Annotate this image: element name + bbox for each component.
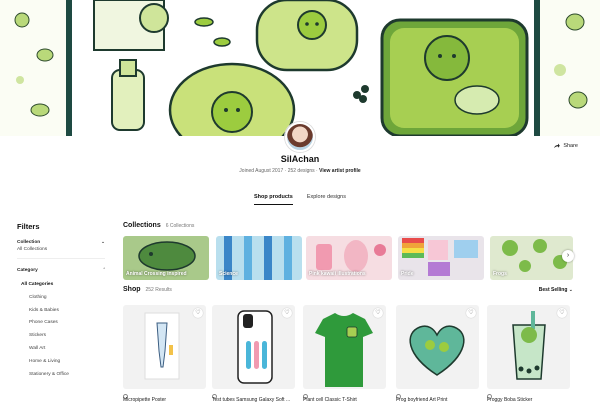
share-label: Share <box>563 143 578 149</box>
chevron-down-icon: ⌄ <box>568 287 573 293</box>
collection-filter-label: Collection <box>17 240 41 245</box>
category-filter-label: Category <box>17 268 38 273</box>
chevron-up-icon: ˆ <box>103 268 105 273</box>
tab-shop-products[interactable]: Shop products <box>254 194 293 205</box>
collections-count: 6 Collections <box>165 223 195 229</box>
collection-card-frogs[interactable]: Frogs <box>490 236 573 280</box>
collection-filter-value: All Collections <box>17 247 48 252</box>
artist-avatar[interactable] <box>285 122 315 152</box>
product-title[interactable]: Froggy Boba Sticker <box>487 397 532 403</box>
collection-card-pink-kawaii[interactable]: Pink kawaii illustrations <box>306 236 392 280</box>
product-card[interactable]: ♡ Plant cell Classic T-Shirt <box>303 305 386 405</box>
shop-title: Shop <box>123 286 141 293</box>
product-image-test-tubes-case[interactable]: ♡ <box>212 305 295 389</box>
product-title[interactable]: Test tubes Samsung Galaxy Soft ... <box>212 397 290 403</box>
product-card[interactable]: ♡ Frog boyfriend Art Print <box>396 305 479 405</box>
category-clothing[interactable]: Clothing <box>17 292 105 305</box>
filters-title: Filters <box>17 222 40 231</box>
collections-title: Collections <box>123 222 161 229</box>
collection-card-pride[interactable]: Pride <box>398 236 484 280</box>
artist-banner <box>0 0 600 136</box>
product-image-micropipette-poster[interactable]: ♡ <box>123 305 206 389</box>
product-title[interactable]: Frog boyfriend Art Print <box>396 397 447 403</box>
chevron-down-icon: ⌄ <box>100 240 105 245</box>
shop-tabs: Shop products Explore designs <box>0 194 600 205</box>
chevron-right-icon: › <box>566 252 570 259</box>
share-button[interactable]: Share <box>553 143 578 149</box>
category-phone-cases[interactable]: Phone Cases <box>17 317 105 330</box>
product-image-plant-cell-tshirt[interactable]: ♡ <box>303 305 386 389</box>
category-filter: Category ˆ All Categories Clothing Kids … <box>17 268 105 387</box>
filters-sidebar: Filters Collection ⌄ All Collections Cat… <box>17 222 105 387</box>
product-card[interactable]: ♡ Micropipette Poster <box>123 305 206 405</box>
category-wall-art[interactable]: Wall Art <box>17 343 105 356</box>
heart-icon[interactable]: ♡ <box>466 308 476 318</box>
heart-icon[interactable]: ♡ <box>282 308 292 318</box>
product-title[interactable]: Plant cell Classic T-Shirt <box>303 397 357 403</box>
collection-card-animal-crossing[interactable]: Animal Crossing inspired <box>123 236 209 280</box>
collection-label: Frogs <box>493 271 507 277</box>
joined-date: Joined August 2017 <box>239 168 284 174</box>
category-filter-header[interactable]: Category ˆ <box>17 268 105 273</box>
design-count: 252 designs <box>287 168 315 174</box>
sort-value: Best Selling <box>538 287 568 293</box>
sort-dropdown[interactable]: Best Selling ⌄ <box>539 287 573 293</box>
category-stationery-office[interactable]: Stationery & Office <box>17 369 105 382</box>
collections-carousel: Animal Crossing inspired Science Pink ka… <box>123 236 573 280</box>
category-list: All Categories Clothing Kids & Babies Ph… <box>17 279 105 381</box>
collection-label: Animal Crossing inspired <box>126 271 187 277</box>
heart-icon[interactable]: ♡ <box>557 308 567 318</box>
category-stickers[interactable]: Stickers <box>17 330 105 343</box>
shop-result-count: 252 Results <box>145 287 172 293</box>
product-card[interactable]: ♡ Test tubes Samsung Galaxy Soft ... <box>212 305 295 405</box>
collection-label: Pride <box>401 271 414 277</box>
collections-heading: Collections 6 Collections <box>123 222 194 229</box>
heart-icon[interactable]: ♡ <box>373 308 383 318</box>
heart-icon[interactable]: ♡ <box>193 308 203 318</box>
product-image-froggy-boba-sticker[interactable]: ♡ <box>487 305 570 389</box>
product-image-frog-boyfriend-print[interactable]: ♡ <box>396 305 479 389</box>
product-card[interactable]: ♡ Froggy Boba Sticker <box>487 305 570 405</box>
collection-card-science[interactable]: Science <box>216 236 302 280</box>
banner-illustration <box>72 0 534 136</box>
tab-explore-designs[interactable]: Explore designs <box>307 194 346 205</box>
collection-label: Pink kawaii illustrations <box>309 271 366 277</box>
view-artist-profile-link[interactable]: View artist profile <box>319 168 361 174</box>
banner-right-tile <box>540 0 600 136</box>
carousel-next-button[interactable]: › <box>562 250 574 262</box>
shop-heading: Shop 252 Results <box>123 286 172 293</box>
category-all[interactable]: All Categories <box>17 279 105 292</box>
product-title[interactable]: Micropipette Poster <box>123 397 166 403</box>
collection-label: Science <box>219 271 238 277</box>
collection-filter[interactable]: Collection ⌄ All Collections <box>17 240 105 259</box>
artist-name: SilAchan <box>280 154 320 164</box>
category-kids-babies[interactable]: Kids & Babies <box>17 305 105 318</box>
banner-left-tile <box>0 0 66 136</box>
artist-shop-page: Share SilAchan Joined August 2017 · 252 … <box>0 0 600 405</box>
share-icon <box>554 143 561 148</box>
category-home-living[interactable]: Home & Living <box>17 356 105 369</box>
artist-meta: Joined August 2017 · 252 designs · View … <box>0 168 600 174</box>
